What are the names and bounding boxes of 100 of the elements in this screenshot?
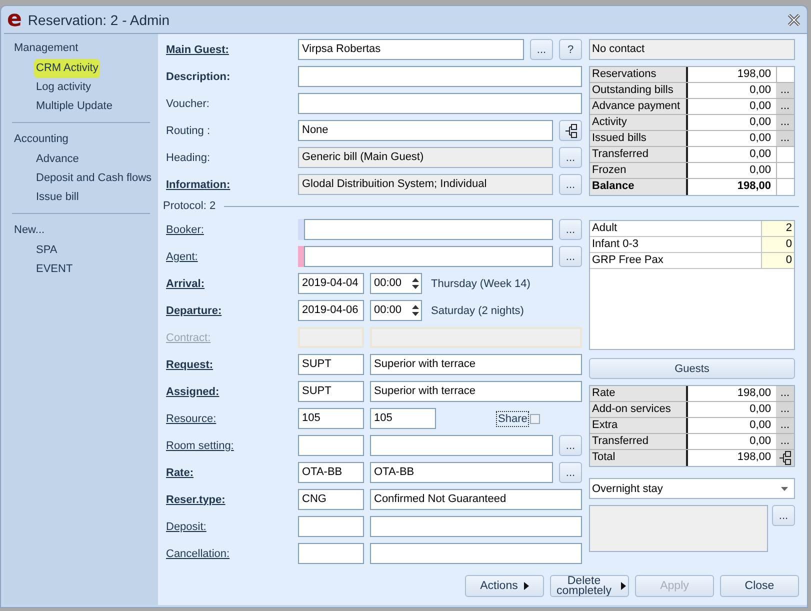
- app-logo: e: [7, 8, 22, 30]
- table-cell: Balance: [590, 179, 688, 195]
- time-field[interactable]: 00:00: [370, 273, 422, 294]
- share-checkbox[interactable]: [530, 414, 540, 424]
- browse-button[interactable]: ...: [559, 174, 582, 195]
- stay-type-dropdown[interactable]: Overnight stay: [589, 478, 795, 499]
- field-label[interactable]: Main Guest:: [166, 44, 298, 56]
- field-label[interactable]: Information:: [166, 178, 298, 190]
- text-field[interactable]: OTA-BB: [370, 462, 553, 483]
- text-field[interactable]: [370, 435, 553, 456]
- sidebar-item[interactable]: SPA: [34, 241, 60, 260]
- arrow-icon: [621, 582, 626, 590]
- table-cell: Rate: [590, 386, 688, 401]
- text-field[interactable]: [298, 516, 364, 537]
- text-field[interactable]: [304, 246, 553, 267]
- sidebar-heading: Management: [14, 41, 78, 56]
- notes-field[interactable]: [589, 505, 768, 552]
- text-field[interactable]: Superior with terrace: [370, 381, 582, 402]
- browse-button[interactable]: ...: [776, 131, 794, 146]
- sidebar-item[interactable]: EVENT: [34, 260, 75, 279]
- text-field[interactable]: 2019-04-04: [298, 273, 364, 294]
- text-field[interactable]: Generic bill (Main Guest): [298, 147, 553, 168]
- field-label[interactable]: Booker:: [166, 224, 298, 236]
- text-field[interactable]: [370, 543, 582, 564]
- sidebar-item[interactable]: Issue bill: [34, 188, 81, 207]
- table-cell-text: 0,00: [748, 99, 772, 114]
- sidebar-item[interactable]: Log activity: [34, 78, 94, 97]
- field-label[interactable]: Arrival:: [166, 278, 298, 290]
- browse-button[interactable]: ...: [559, 219, 582, 240]
- dropdown-arrow-icon: [781, 486, 788, 490]
- field-label[interactable]: Agent:: [166, 250, 298, 262]
- text-field[interactable]: 105: [370, 408, 436, 429]
- text-field[interactable]: Confirmed Not Guaranteed: [370, 489, 582, 510]
- browse-button[interactable]: ...: [530, 39, 553, 60]
- field-label[interactable]: Departure:: [166, 304, 298, 316]
- window-title: Reservation: 2 - Admin: [28, 12, 170, 28]
- text-field[interactable]: [304, 219, 553, 240]
- browse-button[interactable]: ?: [559, 39, 582, 60]
- text-field[interactable]: OTA-BB: [298, 462, 364, 483]
- table-cell: Extra: [590, 418, 688, 433]
- disabled-field: [298, 327, 364, 348]
- sidebar-item[interactable]: Multiple Update: [34, 97, 114, 116]
- spinner-icon[interactable]: [412, 278, 419, 289]
- field-label[interactable]: Deposit:: [166, 520, 298, 532]
- text-field[interactable]: Superior with terrace: [370, 354, 582, 375]
- table-cell: Activity: [590, 115, 688, 130]
- browse-button[interactable]: ...: [772, 505, 795, 526]
- field-label[interactable]: Cancellation:: [166, 548, 298, 560]
- tree-icon: [779, 451, 791, 465]
- text-field[interactable]: 2019-04-06: [298, 300, 364, 321]
- field-label[interactable]: Request:: [166, 358, 298, 370]
- table-cell-text: 198,00: [736, 67, 772, 82]
- text-field[interactable]: [298, 435, 364, 456]
- browse-button[interactable]: ...: [559, 462, 582, 483]
- routing-button[interactable]: [559, 120, 582, 141]
- text-field[interactable]: Virpsa Robertas: [298, 39, 524, 60]
- field-label[interactable]: Rate:: [166, 466, 298, 478]
- browse-button[interactable]: ...: [776, 386, 794, 401]
- browse-button[interactable]: ...: [776, 418, 794, 433]
- table-cell: 0: [762, 237, 794, 252]
- footer-button[interactable]: Close: [720, 575, 799, 597]
- field-label[interactable]: Reser.type:: [166, 494, 298, 506]
- browse-button[interactable]: ...: [776, 402, 794, 417]
- footer-button[interactable]: Actions: [465, 575, 544, 597]
- guests-button[interactable]: Guests: [589, 358, 795, 379]
- text-field[interactable]: [370, 516, 582, 537]
- close-icon[interactable]: [787, 14, 801, 26]
- field-label: Description:: [166, 70, 232, 82]
- browse-button[interactable]: ...: [776, 115, 794, 130]
- browse-button[interactable]: ...: [559, 147, 582, 168]
- browse-button[interactable]: ...: [776, 434, 794, 449]
- arrow-icon: [524, 582, 529, 590]
- text-field[interactable]: [298, 66, 582, 87]
- text-field[interactable]: [298, 93, 582, 114]
- text-field[interactable]: [298, 543, 364, 564]
- browse-button[interactable]: ...: [559, 246, 582, 267]
- text-field[interactable]: Glodal Distribuition System; Individual: [298, 174, 553, 195]
- browse-button[interactable]: ...: [776, 99, 794, 114]
- text-field[interactable]: SUPT: [298, 354, 364, 375]
- field-label[interactable]: Room setting:: [166, 440, 298, 452]
- spinner-icon[interactable]: [412, 305, 419, 316]
- routing-button[interactable]: [776, 450, 794, 466]
- browse-button[interactable]: ...: [776, 83, 794, 98]
- share-label[interactable]: Share: [496, 410, 530, 426]
- contact-field: No contact: [589, 39, 795, 60]
- field-label[interactable]: Resource:: [166, 412, 298, 424]
- browse-button[interactable]: ...: [559, 435, 582, 456]
- time-field[interactable]: 00:00: [370, 300, 422, 321]
- text-field[interactable]: None: [298, 120, 553, 141]
- sidebar-item[interactable]: Advance: [34, 150, 81, 169]
- sidebar-item[interactable]: Deposit and Cash flows: [34, 169, 154, 188]
- field-label: Routing :: [166, 124, 212, 136]
- field-label: Voucher:: [166, 98, 210, 110]
- field-label[interactable]: Assigned:: [166, 386, 298, 398]
- table-cell-text: 0,00: [748, 83, 772, 98]
- sidebar-heading: New...: [14, 223, 45, 238]
- text-field[interactable]: 105: [298, 408, 364, 429]
- sidebar-item[interactable]: CRM Activity: [34, 59, 100, 78]
- text-field[interactable]: SUPT: [298, 381, 364, 402]
- text-field[interactable]: CNG: [298, 489, 364, 510]
